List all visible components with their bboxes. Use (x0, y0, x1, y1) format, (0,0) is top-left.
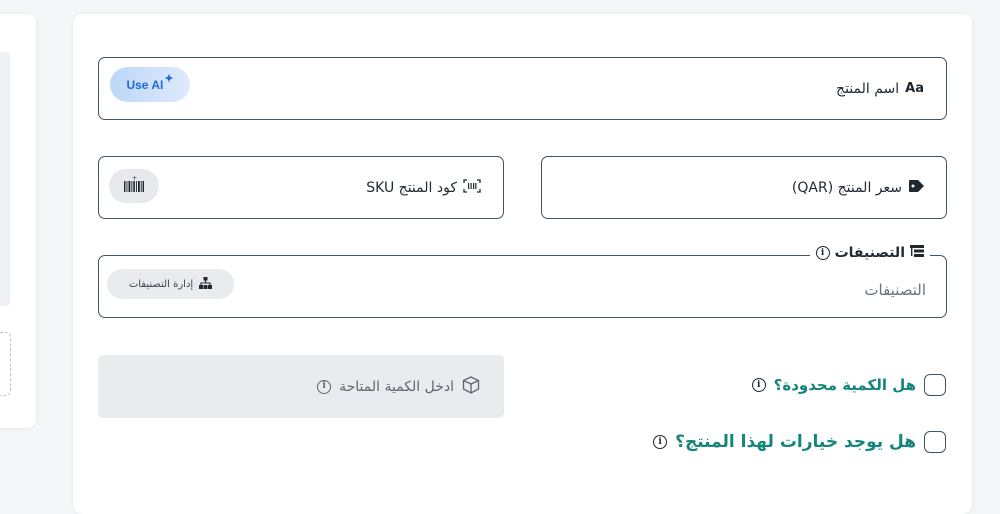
price-label: سعر المنتج (QAR) (791, 179, 902, 196)
categories-field[interactable]: التصنيفات i التصنيفات إدارة التصنيفات (98, 245, 947, 318)
manage-categories-label: إدارة التصنيفات (128, 278, 194, 290)
use-ai-button[interactable]: Use AI ✦ (110, 67, 190, 102)
price-tag-icon (908, 179, 924, 197)
info-icon[interactable]: i (751, 378, 766, 392)
side-panel-preview (0, 52, 10, 306)
side-panel-card (0, 14, 36, 428)
barcode-scan-icon (463, 178, 481, 197)
product-name-label: اسم المنتج (836, 80, 900, 97)
generate-barcode-button[interactable]: + (109, 169, 159, 203)
svg-text:+: + (132, 175, 137, 182)
product-options-checkbox[interactable] (924, 431, 946, 453)
price-field[interactable]: سعر المنتج (QAR) (541, 156, 947, 219)
side-panel-upload-area[interactable] (0, 332, 11, 396)
info-icon[interactable]: i (815, 246, 830, 260)
info-icon[interactable]: i (653, 435, 668, 449)
manage-categories-button[interactable]: إدارة التصنيفات (107, 269, 234, 299)
product-name-field[interactable]: Aa اسم المنتج Use AI ✦ (98, 57, 947, 120)
sku-field[interactable]: كود المنتج SKU + (98, 156, 504, 219)
quantity-placeholder: ادخل الكمية المتاحة (339, 378, 454, 395)
limited-quantity-row: هل الكمية محدودة؟ i (751, 374, 946, 396)
product-options-label[interactable]: هل يوجد خيارات لهذا المنتج؟ (675, 432, 916, 452)
category-tree-icon (910, 245, 924, 261)
use-ai-label: Use AI (126, 77, 164, 92)
categories-legend: التصنيفات i (809, 245, 930, 261)
barcode-generate-icon: + (123, 175, 145, 197)
limited-quantity-label[interactable]: هل الكمية محدودة؟ (774, 376, 916, 394)
sku-label: كود المنتج SKU (366, 179, 457, 196)
text-aa-icon: Aa (905, 81, 924, 96)
hierarchy-icon (199, 276, 213, 292)
categories-legend-label: التصنيفات (834, 245, 905, 261)
sparkle-icon: ✦ (164, 73, 174, 85)
quantity-input[interactable]: ادخل الكمية المتاحة i (98, 355, 504, 418)
product-options-row: هل يوجد خيارات لهذا المنتج؟ i (653, 431, 946, 453)
limited-quantity-checkbox[interactable] (924, 374, 946, 396)
box-icon (462, 375, 480, 398)
categories-placeholder: التصنيفات (864, 281, 926, 299)
info-icon[interactable]: i (317, 379, 332, 394)
